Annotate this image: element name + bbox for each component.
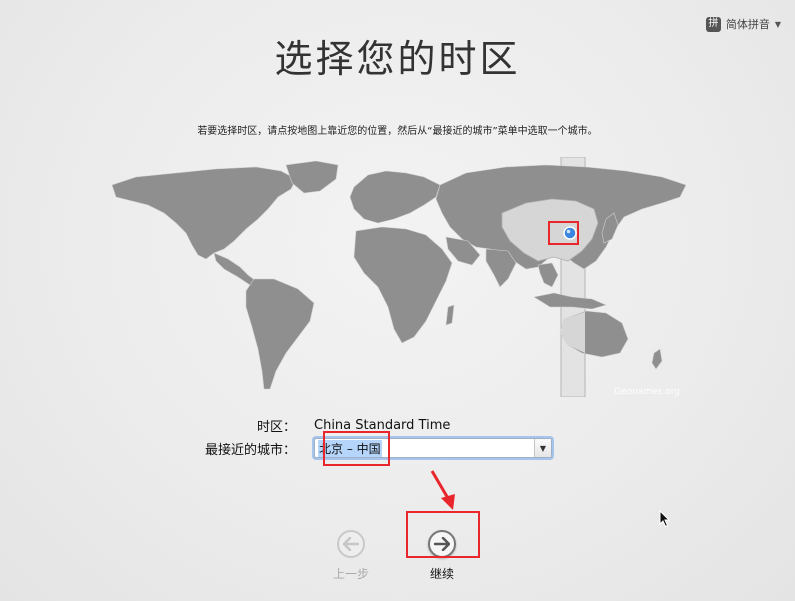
dropdown-arrow-icon[interactable]: ▼ (534, 439, 551, 457)
continue-label: 继续 (429, 567, 454, 581)
back-button[interactable]: 上一步 (333, 530, 369, 582)
greenland-shape (285, 160, 339, 194)
back-label: 上一步 (333, 567, 370, 581)
world-map[interactable]: Geonames.org (106, 157, 690, 397)
map-credit: Geonames.org (614, 387, 680, 397)
europe-shape (349, 170, 441, 224)
central-america-shape (213, 252, 257, 286)
closest-city-label: 最接近的城市： (204, 442, 296, 458)
world-map-graphic[interactable] (106, 157, 690, 397)
annotation-box-continue (406, 511, 480, 558)
instructions-text: 若要选择时区，请点按地图上靠近您的位置，然后从“最接近的城市”菜单中选取一个城市… (197, 126, 598, 137)
annotation-arrow-icon (430, 470, 455, 510)
mouse-cursor-icon (659, 510, 671, 528)
annotation-box-city (323, 431, 390, 466)
north-america-shape (111, 166, 297, 260)
page-title: 选择您的时区 (274, 37, 521, 81)
closest-city-row: 最接近的城市： 北京 – 中国 ▼ (0, 438, 552, 458)
setup-assistant-window: 拼 简体拼音 ▼ 选择您的时区 若要选择时区，请点按地图上靠近您的位置，然后从“… (0, 0, 795, 601)
africa-shape (353, 226, 453, 344)
arrow-left-icon (337, 530, 365, 558)
annotation-box-pin (548, 221, 579, 245)
timezone-label: 时区： (256, 420, 296, 435)
southeast-asia-shape (537, 262, 559, 288)
south-america-shape (245, 278, 315, 390)
new-zealand-shape (651, 348, 663, 370)
madagascar-shape (445, 304, 455, 326)
